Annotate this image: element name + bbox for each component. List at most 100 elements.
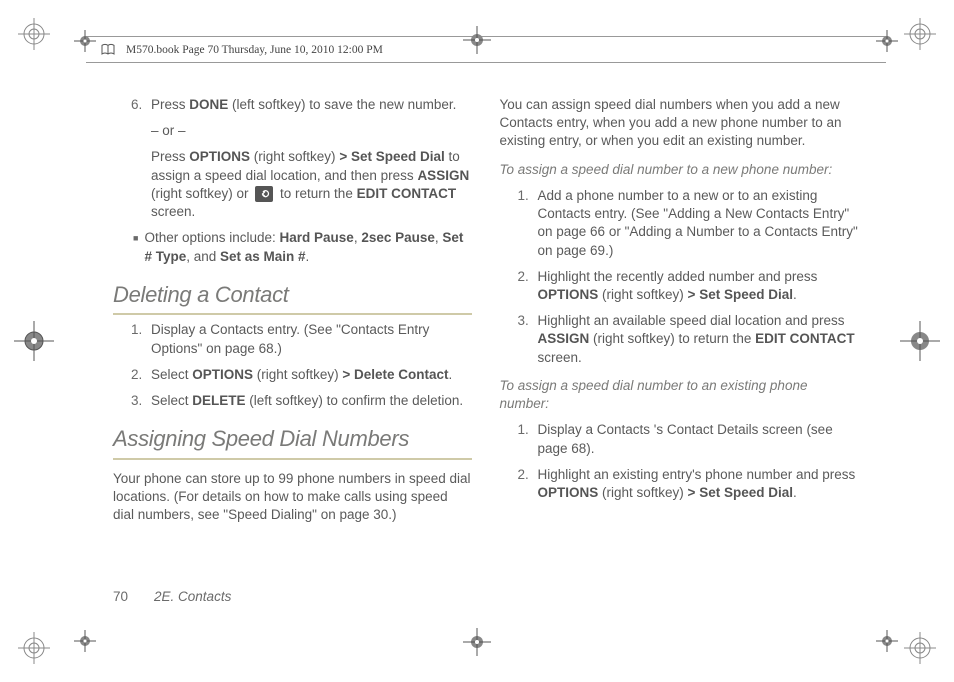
heading-assigning-speed-dial: Assigning Speed Dial Numbers xyxy=(113,424,472,460)
step-number: 2. xyxy=(131,366,151,384)
options-label: OPTIONS xyxy=(192,367,253,382)
delete-contact-label: Delete Contact xyxy=(350,367,448,382)
set-main-label: Set as Main # xyxy=(220,249,306,264)
text: . xyxy=(793,287,797,302)
subheading-existing-number: To assign a speed dial number to an exis… xyxy=(500,377,859,413)
new-step-3: 3. Highlight an available speed dial loc… xyxy=(500,312,859,367)
crop-mark-icon xyxy=(463,26,491,54)
text: (left softkey) to confirm the deletion. xyxy=(246,393,464,408)
delete-label: DELETE xyxy=(192,393,245,408)
set-speed-dial-label: Set Speed Dial xyxy=(695,485,793,500)
text: (right softkey) or xyxy=(151,186,252,201)
options-label: OPTIONS xyxy=(189,149,250,164)
text: Highlight the recently added number and … xyxy=(538,269,818,284)
text: . xyxy=(793,485,797,500)
other-options-bullet: ■ Other options include: Hard Pause, 2se… xyxy=(113,229,472,265)
options-label: OPTIONS xyxy=(538,485,599,500)
section-label: 2E. Contacts xyxy=(154,589,231,604)
step-number: 2. xyxy=(518,466,538,502)
page-header: M570.book Page 70 Thursday, June 10, 201… xyxy=(100,42,383,58)
registration-mark-icon xyxy=(904,632,936,664)
delete-step-2: 2. Select OPTIONS (right softkey) > Dele… xyxy=(113,366,472,384)
text: screen. xyxy=(151,204,195,219)
new-step-1: 1. Add a phone number to a new or to an … xyxy=(500,187,859,260)
header-rule xyxy=(86,62,886,63)
crop-mark-icon xyxy=(74,630,96,652)
edit-contact-label: EDIT CONTACT xyxy=(357,186,457,201)
text: Press xyxy=(151,149,189,164)
step-body: Highlight the recently added number and … xyxy=(538,268,859,304)
text: (right softkey) xyxy=(598,485,687,500)
text: to return the xyxy=(276,186,356,201)
step-body: Press DONE (left softkey) to save the ne… xyxy=(151,96,472,114)
step-number: 1. xyxy=(518,187,538,260)
crop-mark-icon xyxy=(876,30,898,52)
new-step-2: 2. Highlight the recently added number a… xyxy=(500,268,859,304)
step-6: 6. Press DONE (left softkey) to save the… xyxy=(113,96,472,114)
step-number: 6. xyxy=(131,96,151,114)
edit-contact-label: EDIT CONTACT xyxy=(755,331,855,346)
registration-mark-icon xyxy=(18,632,50,664)
step-body: Select DELETE (left softkey) to confirm … xyxy=(151,392,472,410)
or-separator: – or – xyxy=(113,122,472,140)
text: Select xyxy=(151,367,192,382)
step-body: Add a phone number to a new or to an exi… xyxy=(538,187,859,260)
left-column: 6. Press DONE (left softkey) to save the… xyxy=(113,96,472,632)
crop-mark-icon xyxy=(463,628,491,656)
text: Highlight an available speed dial locati… xyxy=(538,313,845,328)
text: (right softkey) xyxy=(253,367,342,382)
book-icon xyxy=(100,42,116,58)
text: (right softkey) xyxy=(250,149,339,164)
twosec-pause-label: 2sec Pause xyxy=(361,230,435,245)
step-body: Highlight an existing entry's phone numb… xyxy=(538,466,859,502)
set-speed-dial-label: Set Speed Dial xyxy=(695,287,793,302)
page-number: 70 xyxy=(113,589,128,604)
crop-mark-icon xyxy=(74,30,96,52)
step-number: 3. xyxy=(131,392,151,410)
text: Other options include: xyxy=(144,230,279,245)
assign-label: ASSIGN xyxy=(417,168,469,183)
subheading-new-number: To assign a speed dial number to a new p… xyxy=(500,161,859,179)
heading-deleting-contact: Deleting a Contact xyxy=(113,280,472,316)
registration-mark-icon xyxy=(904,18,936,50)
crop-mark-icon xyxy=(900,321,940,361)
text: screen. xyxy=(538,350,582,365)
text: Highlight an existing entry's phone numb… xyxy=(538,467,856,482)
assign-label: ASSIGN xyxy=(538,331,590,346)
assign-intro-paragraph: Your phone can store up to 99 phone numb… xyxy=(113,470,472,525)
existing-step-2: 2. Highlight an existing entry's phone n… xyxy=(500,466,859,502)
bullet-body: Other options include: Hard Pause, 2sec … xyxy=(144,229,471,265)
text: (right softkey) to return the xyxy=(589,331,755,346)
options-label: OPTIONS xyxy=(538,287,599,302)
back-key-icon xyxy=(255,186,273,202)
text: , and xyxy=(186,249,220,264)
step-number: 3. xyxy=(518,312,538,367)
step-number: 1. xyxy=(131,321,151,357)
registration-mark-icon xyxy=(18,18,50,50)
step-body: Select OPTIONS (right softkey) > Delete … xyxy=(151,366,472,384)
step-number: 1. xyxy=(518,421,538,457)
crop-mark-icon xyxy=(876,630,898,652)
text: . xyxy=(449,367,453,382)
text: . xyxy=(306,249,310,264)
delete-step-3: 3. Select DELETE (left softkey) to confi… xyxy=(113,392,472,410)
page-footer: 70 2E. Contacts xyxy=(113,589,231,604)
set-speed-dial-label: Set Speed Dial xyxy=(347,149,445,164)
bullet-icon: ■ xyxy=(133,229,144,265)
text: (right softkey) xyxy=(598,287,687,302)
crop-mark-icon xyxy=(14,321,54,361)
page-content: 6. Press DONE (left softkey) to save the… xyxy=(113,96,858,632)
page-header-text: M570.book Page 70 Thursday, June 10, 201… xyxy=(126,44,383,56)
delete-step-1: 1. Display a Contacts entry. (See "Conta… xyxy=(113,321,472,357)
step-body: Display a Contacts 's Contact Details sc… xyxy=(538,421,859,457)
text: Select xyxy=(151,393,192,408)
assign-continuation-paragraph: You can assign speed dial numbers when y… xyxy=(500,96,859,151)
done-label: DONE xyxy=(189,97,228,112)
step-6-alt: Press OPTIONS (right softkey) > Set Spee… xyxy=(113,148,472,221)
text: Press xyxy=(151,97,189,112)
text: (left softkey) to save the new number. xyxy=(228,97,456,112)
hard-pause-label: Hard Pause xyxy=(280,230,354,245)
right-column: You can assign speed dial numbers when y… xyxy=(500,96,859,632)
step-body: Highlight an available speed dial locati… xyxy=(538,312,859,367)
step-body: Display a Contacts entry. (See "Contacts… xyxy=(151,321,472,357)
